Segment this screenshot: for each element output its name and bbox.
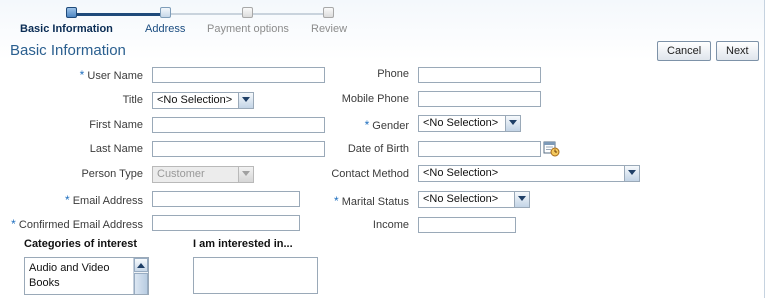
calendar-icon[interactable]	[543, 140, 560, 157]
list-item[interactable]: Books	[25, 276, 148, 291]
first-name-input[interactable]	[152, 117, 325, 133]
user-name-input[interactable]	[152, 67, 325, 83]
train-stop-basic-information	[66, 7, 77, 18]
income-input[interactable]	[418, 217, 516, 233]
scrollbar[interactable]	[133, 258, 148, 294]
train-label-review: Review	[311, 23, 348, 35]
wizard-page: Basic Information Address Payment option…	[0, 0, 765, 298]
required-marker: *	[364, 118, 370, 132]
chevron-down-icon[interactable]	[514, 192, 529, 207]
income-label: Income	[372, 219, 409, 231]
marital-status-select[interactable]: <No Selection>	[418, 191, 530, 208]
next-button[interactable]: Next	[716, 41, 759, 61]
required-marker: *	[64, 193, 70, 207]
chevron-down-icon[interactable]	[624, 166, 639, 181]
interested-textarea[interactable]	[193, 257, 318, 294]
chevron-down-icon[interactable]	[505, 116, 520, 131]
first-name-label: First Name	[89, 119, 143, 131]
train-label-address[interactable]: Address	[145, 23, 185, 35]
train-label-basic-information: Basic Information	[20, 23, 113, 35]
train-stop-address[interactable]	[160, 7, 171, 18]
person-type-label: Person Type	[81, 168, 143, 180]
email-label: * Email Address	[64, 193, 143, 207]
user-name-label: * User Name	[79, 68, 143, 82]
train-progress-line	[72, 13, 166, 16]
categories-listbox[interactable]: Audio and Video Books	[24, 257, 149, 295]
confirm-email-label: * Confirmed Email Address	[11, 217, 143, 231]
required-marker: *	[334, 194, 339, 208]
marital-status-select-value: <No Selection>	[423, 193, 499, 205]
categories-heading: Categories of interest	[24, 238, 138, 250]
title-select[interactable]: <No Selection>	[152, 92, 254, 109]
train-label-payment-options: Payment options	[207, 23, 289, 35]
date-of-birth-label: Date of Birth	[347, 143, 409, 155]
phone-input[interactable]	[418, 67, 541, 83]
last-name-label: Last Name	[89, 143, 143, 155]
title-select-value: <No Selection>	[157, 94, 233, 106]
gender-label: * Gender	[364, 118, 409, 132]
interested-heading: I am interested in...	[193, 238, 293, 250]
train-stop-payment-options	[242, 7, 253, 18]
chevron-down-icon	[238, 167, 253, 182]
phone-label: Phone	[377, 68, 409, 80]
page-title: Basic Information	[10, 42, 126, 59]
arrow-up-icon[interactable]	[134, 258, 148, 272]
contact-method-label: Contact Method	[331, 168, 409, 180]
chevron-down-icon[interactable]	[238, 93, 253, 108]
gender-select[interactable]: <No Selection>	[418, 115, 521, 132]
last-name-input[interactable]	[152, 141, 325, 157]
date-of-birth-input[interactable]	[418, 141, 541, 157]
person-type-select-value: Customer	[157, 168, 205, 180]
train-stop-review	[323, 7, 334, 18]
list-item[interactable]: Audio and Video	[25, 261, 148, 276]
cancel-button[interactable]: Cancel	[657, 41, 712, 61]
email-input[interactable]	[152, 191, 300, 207]
gender-select-value: <No Selection>	[423, 117, 499, 129]
required-marker: *	[11, 217, 16, 231]
required-marker: *	[79, 68, 85, 82]
confirm-email-input[interactable]	[152, 215, 300, 231]
scroll-thumb[interactable]	[134, 273, 148, 294]
person-type-select: Customer	[152, 166, 254, 183]
mobile-phone-input[interactable]	[418, 91, 541, 107]
contact-method-select[interactable]: <No Selection>	[418, 165, 640, 182]
title-label: Title	[122, 94, 143, 106]
marital-status-label: * Marital Status	[334, 194, 409, 208]
mobile-phone-label: Mobile Phone	[341, 93, 409, 105]
contact-method-select-value: <No Selection>	[423, 167, 499, 179]
